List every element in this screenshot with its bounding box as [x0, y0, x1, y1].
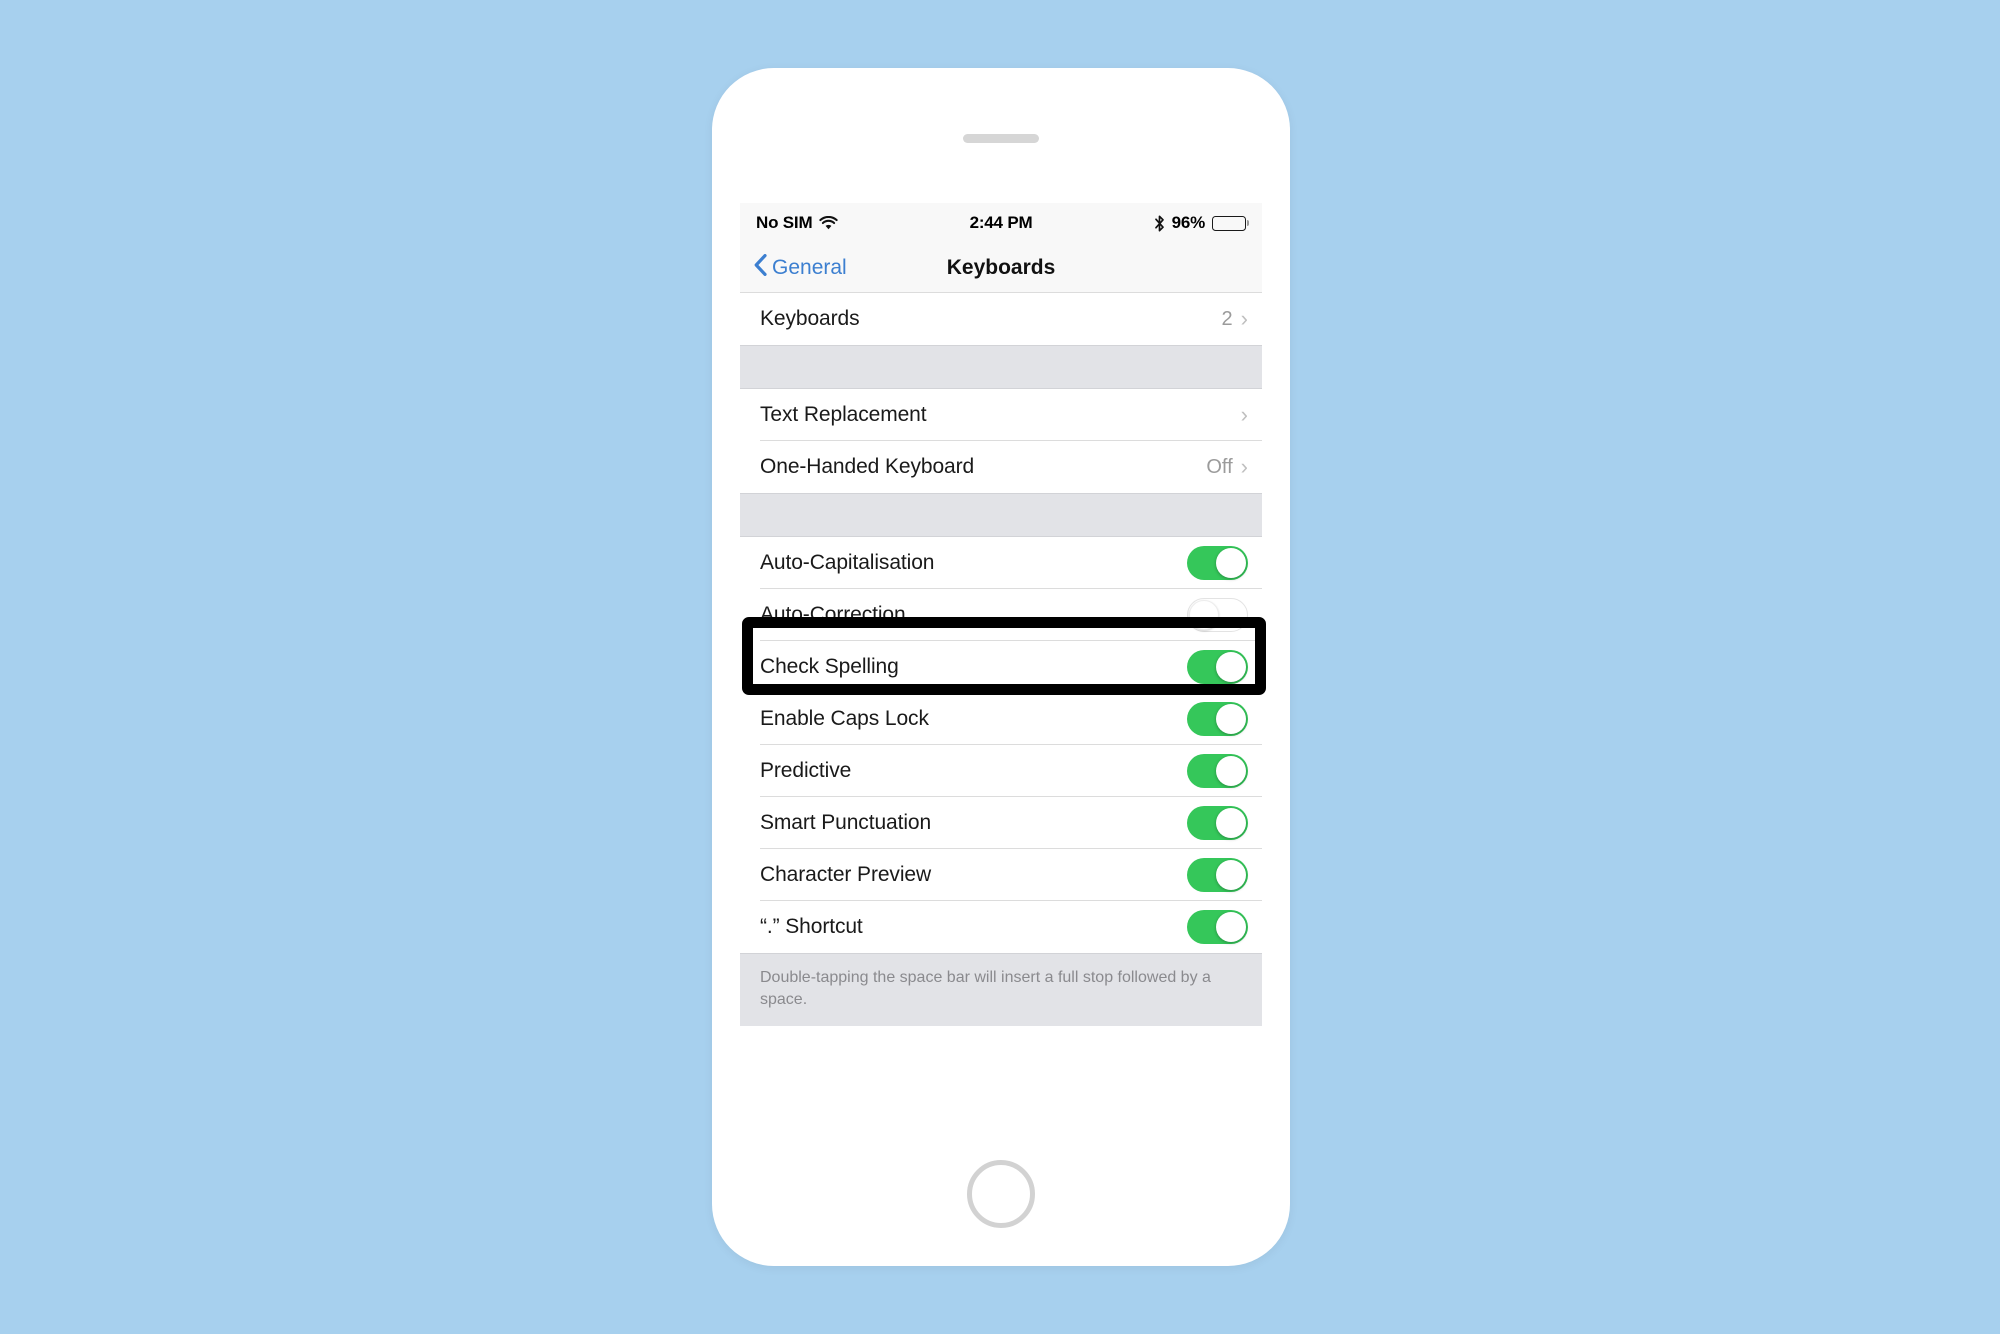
status-bar-left: No SIM: [756, 213, 970, 233]
back-button-label: General: [772, 255, 847, 279]
list-item-text-replacement[interactable]: Text Replacement ›: [740, 389, 1262, 441]
back-button[interactable]: General: [754, 253, 847, 282]
row-label: Predictive: [760, 759, 852, 782]
earpiece-speaker-icon: [963, 134, 1039, 143]
chevron-right-icon: ›: [1240, 306, 1248, 331]
row-label: One-Handed Keyboard: [760, 455, 975, 478]
toggle-character-preview[interactable]: [1187, 858, 1248, 892]
carrier-label: No SIM: [756, 213, 813, 232]
wifi-icon: [819, 216, 839, 230]
list-item-period-shortcut[interactable]: “.” Shortcut: [740, 901, 1262, 953]
toggle-check-spelling[interactable]: [1187, 650, 1248, 684]
battery-percent-label: 96%: [1171, 213, 1206, 232]
row-label: Enable Caps Lock: [760, 707, 929, 730]
status-bar: No SIM 2:44 PM 96%: [740, 203, 1262, 243]
battery-full-icon: [1212, 215, 1247, 231]
chevron-left-icon: [754, 253, 767, 282]
section-gap-1: [740, 345, 1262, 389]
settings-section-keyboards: Keyboards 2 ›: [740, 293, 1262, 345]
section-gap-2: [740, 493, 1262, 537]
bluetooth-icon: [1154, 215, 1165, 232]
row-label: Check Spelling: [760, 655, 899, 678]
row-label: Auto-Capitalisation: [760, 551, 935, 574]
status-bar-right: 96%: [1032, 213, 1247, 233]
settings-section-text: Text Replacement › One-Handed Keyboard O…: [740, 389, 1262, 493]
toggle-enable-caps-lock[interactable]: [1187, 702, 1248, 736]
navigation-bar: General Keyboards: [740, 243, 1262, 293]
row-label: Character Preview: [760, 863, 932, 886]
chevron-right-icon: ›: [1240, 402, 1248, 427]
list-item-smart-punctuation[interactable]: Smart Punctuation: [740, 797, 1262, 849]
toggle-predictive[interactable]: [1187, 754, 1248, 788]
row-value: Off: [1206, 455, 1233, 478]
chevron-right-icon: ›: [1240, 454, 1248, 479]
row-label: Auto-Correction: [760, 603, 906, 626]
list-item-enable-caps-lock[interactable]: Enable Caps Lock: [740, 693, 1262, 745]
toggle-auto-correction[interactable]: [1187, 598, 1248, 632]
list-item-auto-correction[interactable]: Auto-Correction: [740, 589, 1262, 641]
list-item-auto-capitalisation[interactable]: Auto-Capitalisation: [740, 537, 1262, 589]
iphone-device: No SIM 2:44 PM 96% General Keyboards Key…: [712, 68, 1290, 1266]
list-item-predictive[interactable]: Predictive: [740, 745, 1262, 797]
list-item-keyboards[interactable]: Keyboards 2 ›: [740, 293, 1262, 345]
home-button[interactable]: [967, 1160, 1035, 1228]
toggle-smart-punctuation[interactable]: [1187, 806, 1248, 840]
list-item-check-spelling[interactable]: Check Spelling: [740, 641, 1262, 693]
row-value: 2: [1221, 307, 1233, 330]
row-label: Smart Punctuation: [760, 811, 932, 834]
list-item-one-handed-keyboard[interactable]: One-Handed Keyboard Off ›: [740, 441, 1262, 493]
row-label: “.” Shortcut: [760, 915, 863, 938]
toggle-auto-capitalisation[interactable]: [1187, 546, 1248, 580]
list-item-character-preview[interactable]: Character Preview: [740, 849, 1262, 901]
section-footer-note: Double-tapping the space bar will insert…: [740, 953, 1262, 1027]
row-label: Keyboards: [760, 307, 860, 330]
row-label: Text Replacement: [760, 403, 927, 426]
status-bar-clock: 2:44 PM: [969, 213, 1033, 232]
phone-screen: No SIM 2:44 PM 96% General Keyboards Key…: [740, 203, 1262, 1077]
settings-section-typing: Auto-Capitalisation Auto-Correction Chec…: [740, 537, 1262, 953]
toggle-period-shortcut[interactable]: [1187, 910, 1248, 944]
